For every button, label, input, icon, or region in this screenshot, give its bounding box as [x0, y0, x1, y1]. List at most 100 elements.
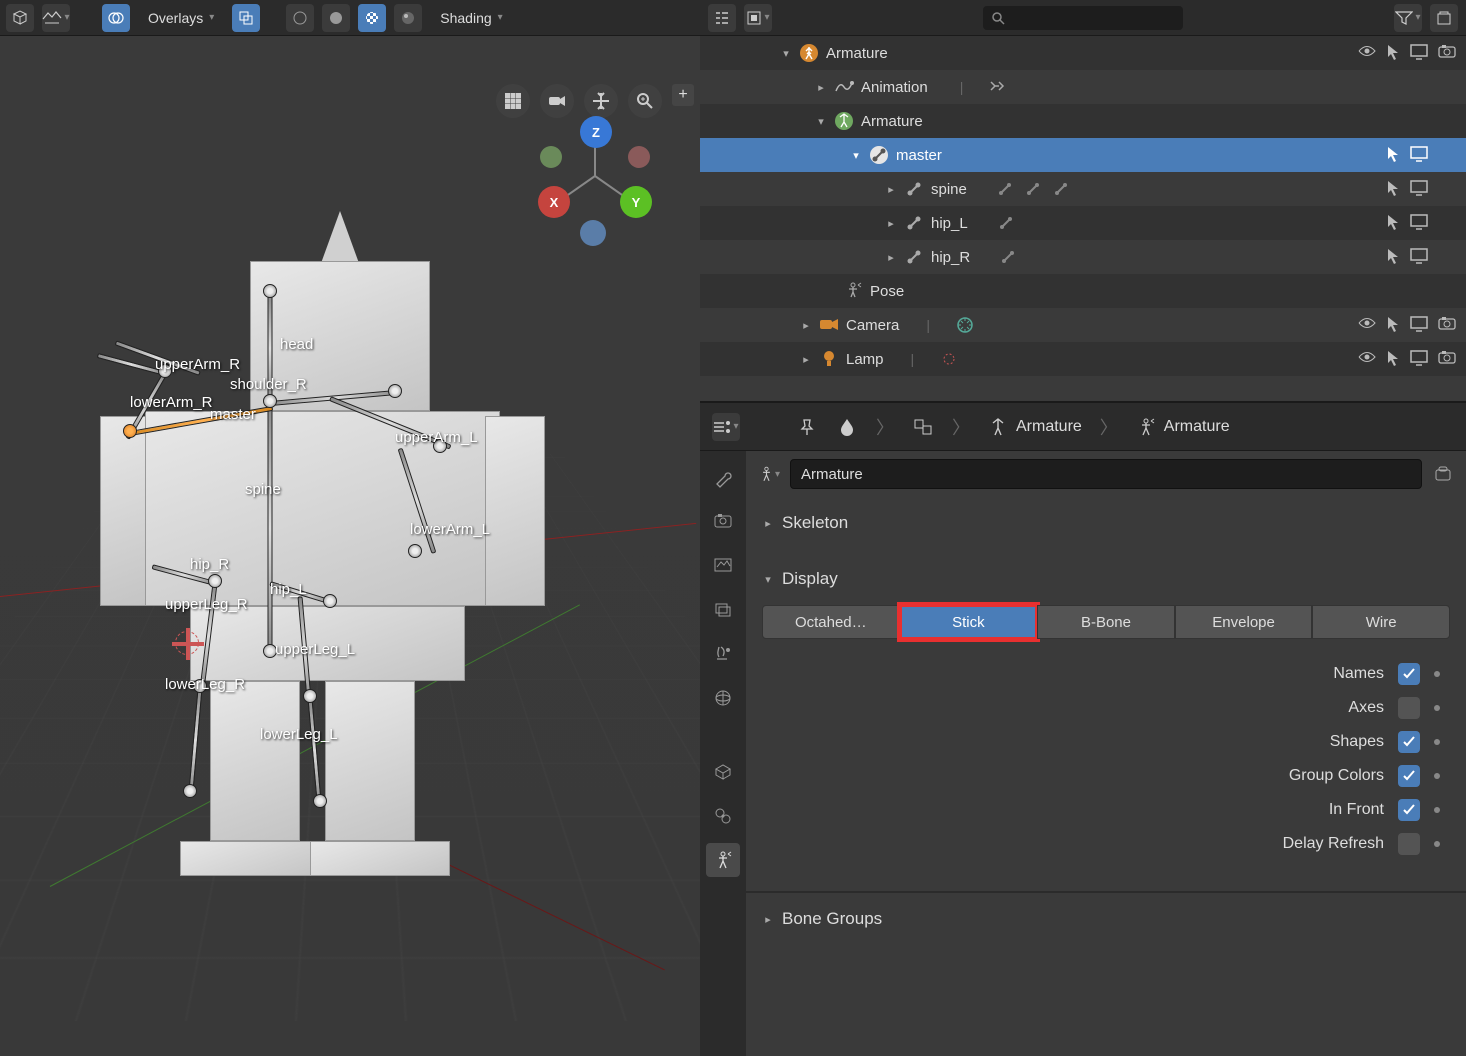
bone-joint[interactable] — [158, 364, 172, 378]
disclosure-icon[interactable]: ▾ — [850, 149, 862, 162]
toggle-xray-icon[interactable] — [232, 4, 260, 32]
monitor-icon[interactable] — [1410, 214, 1428, 232]
monitor-icon[interactable] — [1410, 44, 1428, 62]
tab-tool-icon[interactable] — [706, 461, 740, 495]
shading-lookdev-icon[interactable] — [358, 4, 386, 32]
shading-dropdown[interactable]: Shading▾ — [430, 4, 512, 32]
outliner-item-animation[interactable]: ▸ Animation | — [700, 70, 1466, 104]
cursor-icon[interactable] — [1386, 146, 1400, 164]
enum-octahedral[interactable]: Octahed… — [762, 605, 900, 639]
enum-wire[interactable]: Wire — [1312, 605, 1450, 639]
editor-type-menu[interactable] — [6, 4, 34, 32]
bone-joint[interactable] — [408, 544, 422, 558]
check-axes[interactable] — [1398, 697, 1420, 719]
disclosure-icon[interactable]: ▸ — [815, 81, 827, 94]
check-group-colors[interactable] — [1398, 765, 1420, 787]
fake-user-icon[interactable] — [1432, 463, 1454, 485]
anim-dot[interactable] — [1434, 841, 1440, 847]
overlays-dropdown[interactable]: Overlays▾ — [138, 4, 224, 32]
bone-joint[interactable] — [313, 794, 327, 808]
gizmo-x-axis[interactable]: X — [538, 186, 570, 218]
breadcrumb-armature-obj[interactable]: Armature — [988, 417, 1082, 437]
cursor-icon[interactable] — [1386, 180, 1400, 198]
check-delay-refresh[interactable] — [1398, 833, 1420, 855]
bone-joint[interactable] — [263, 644, 277, 658]
bone-head[interactable] — [268, 294, 273, 404]
bone-lowerleg-r[interactable] — [188, 688, 202, 793]
gizmo-neg-y[interactable] — [540, 146, 562, 168]
bone-joint[interactable] — [123, 424, 137, 438]
action-icon[interactable] — [987, 76, 1009, 98]
outliner-item-master[interactable]: ▾ master — [700, 138, 1466, 172]
disclosure-icon[interactable]: ▸ — [800, 319, 812, 332]
nav-pan-icon[interactable] — [584, 84, 618, 118]
outliner-tree[interactable]: ▾ Armature ▸ Animation | ▾ Armature — [700, 36, 1466, 401]
cursor-icon[interactable] — [1386, 248, 1400, 266]
monitor-icon[interactable] — [1410, 316, 1428, 334]
enum-envelope[interactable]: Envelope — [1175, 605, 1313, 639]
monitor-icon[interactable] — [1410, 248, 1428, 266]
outliner-item-spine[interactable]: ▸ spine — [700, 172, 1466, 206]
bone-joint[interactable] — [388, 384, 402, 398]
monitor-icon[interactable] — [1410, 180, 1428, 198]
eye-icon[interactable] — [1358, 350, 1376, 368]
gizmo-y-axis[interactable]: Y — [620, 186, 652, 218]
disclosure-icon[interactable]: ▸ — [800, 353, 812, 366]
outliner-search[interactable] — [983, 6, 1183, 30]
bone-joint[interactable] — [193, 679, 207, 693]
cursor-icon[interactable] — [1386, 350, 1400, 368]
shading-rendered-icon[interactable] — [394, 4, 422, 32]
outliner-item-camera[interactable]: ▸ Camera | — [700, 308, 1466, 342]
drop-icon[interactable] — [836, 416, 858, 438]
anim-dot[interactable] — [1434, 739, 1440, 745]
anim-dot[interactable] — [1434, 807, 1440, 813]
shading-wireframe-icon[interactable] — [286, 4, 314, 32]
disclosure-icon[interactable]: ▸ — [885, 217, 897, 230]
check-shapes[interactable] — [1398, 731, 1420, 753]
tab-constraint-icon[interactable] — [706, 799, 740, 833]
nav-camera-icon[interactable] — [540, 84, 574, 118]
pin-icon[interactable] — [796, 416, 818, 438]
cursor-icon[interactable] — [1386, 44, 1400, 62]
gizmo-neg-x[interactable] — [628, 146, 650, 168]
bone-joint[interactable] — [433, 439, 447, 453]
editor-type-outliner-icon[interactable] — [708, 4, 736, 32]
bone-upperleg-r[interactable] — [200, 583, 218, 688]
tab-world-icon[interactable] — [706, 681, 740, 715]
new-collection-icon[interactable] — [1430, 4, 1458, 32]
nav-grid-icon[interactable] — [496, 84, 530, 118]
outliner-item-pose[interactable]: Pose — [700, 274, 1466, 308]
bone-spine[interactable] — [268, 404, 273, 654]
shading-solid-icon[interactable] — [322, 4, 350, 32]
camera-render-icon[interactable] — [1438, 316, 1456, 334]
nav-zoom-icon[interactable] — [628, 84, 662, 118]
bone-lowerleg-l[interactable] — [308, 698, 322, 803]
bone-joint[interactable] — [208, 574, 222, 588]
bone-joint[interactable] — [263, 394, 277, 408]
bone-joint[interactable] — [263, 284, 277, 298]
bone-joint[interactable] — [323, 594, 337, 608]
anim-dot[interactable] — [1434, 773, 1440, 779]
enum-bbone[interactable]: B-Bone — [1037, 605, 1175, 639]
section-header-display[interactable]: ▾Display — [762, 559, 1450, 599]
section-header-bone-groups[interactable]: ▸Bone Groups — [762, 899, 1450, 939]
view-menu-icon[interactable]: ▾ — [42, 4, 70, 32]
orientation-gizmo[interactable]: Z X Y — [530, 116, 660, 246]
monitor-icon[interactable] — [1410, 146, 1428, 164]
tab-render-icon[interactable] — [706, 505, 740, 539]
tab-viewlayer-icon[interactable] — [706, 593, 740, 627]
eye-icon[interactable] — [1358, 44, 1376, 62]
editor-type-properties-icon[interactable]: ▾ — [712, 413, 740, 441]
gizmo-z-axis[interactable]: Z — [580, 116, 612, 148]
add-region-button[interactable]: + — [672, 84, 694, 106]
display-mode-icon[interactable]: ▾ — [744, 4, 772, 32]
overlays-icon-toggle[interactable] — [102, 4, 130, 32]
disclosure-icon[interactable]: ▾ — [815, 115, 827, 128]
bone-hip-r[interactable] — [152, 564, 216, 586]
outliner-item-hip-l[interactable]: ▸ hip_L — [700, 206, 1466, 240]
bone-upperleg-l[interactable] — [298, 596, 312, 701]
disclosure-icon[interactable]: ▸ — [885, 251, 897, 264]
outliner-item-lamp[interactable]: ▸ Lamp | — [700, 342, 1466, 376]
3d-viewport[interactable]: + Z X Y — [0, 36, 700, 1056]
pose-icon[interactable]: ▾ — [758, 463, 780, 485]
